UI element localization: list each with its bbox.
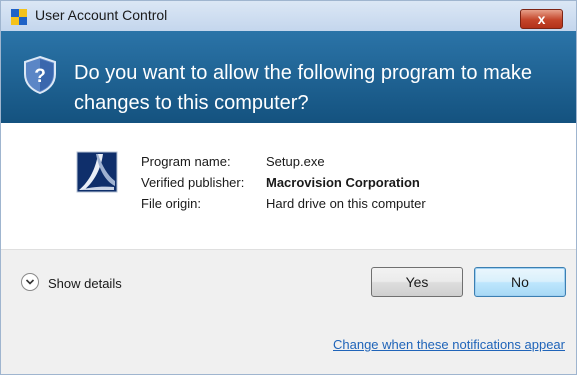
- publisher-value: Macrovision Corporation: [266, 175, 420, 190]
- publisher-label: Verified publisher:: [141, 175, 245, 190]
- program-details: Program name: Setup.exe Verified publish…: [1, 123, 576, 249]
- title-bar[interactable]: User Account Control x: [1, 1, 576, 31]
- close-icon: x: [537, 11, 546, 27]
- footer: Change when these notifications appear: [1, 312, 576, 374]
- close-button[interactable]: x: [520, 9, 563, 29]
- uac-shield-icon: [11, 9, 27, 25]
- action-bar: Show details Yes No: [1, 249, 576, 312]
- chevron-down-icon[interactable]: [21, 273, 39, 291]
- program-name-label: Program name:: [141, 154, 231, 169]
- window-title: User Account Control: [35, 7, 168, 23]
- svg-text:?: ?: [34, 66, 46, 87]
- show-details-label: Show details: [48, 276, 122, 291]
- file-origin-label: File origin:: [141, 196, 201, 211]
- prompt-banner: ? Do you want to allow the following pro…: [1, 31, 576, 123]
- setup-program-icon: [76, 151, 118, 193]
- notification-settings-link[interactable]: Change when these notifications appear: [333, 337, 565, 352]
- yes-button[interactable]: Yes: [371, 267, 463, 297]
- file-origin-value: Hard drive on this computer: [266, 196, 426, 211]
- prompt-question: Do you want to allow the following progr…: [74, 62, 533, 114]
- no-button[interactable]: No: [474, 267, 566, 297]
- uac-question-shield-icon: ?: [24, 55, 56, 95]
- uac-dialog: User Account Control x ? Do you want to …: [0, 0, 577, 375]
- program-name-value: Setup.exe: [266, 154, 325, 169]
